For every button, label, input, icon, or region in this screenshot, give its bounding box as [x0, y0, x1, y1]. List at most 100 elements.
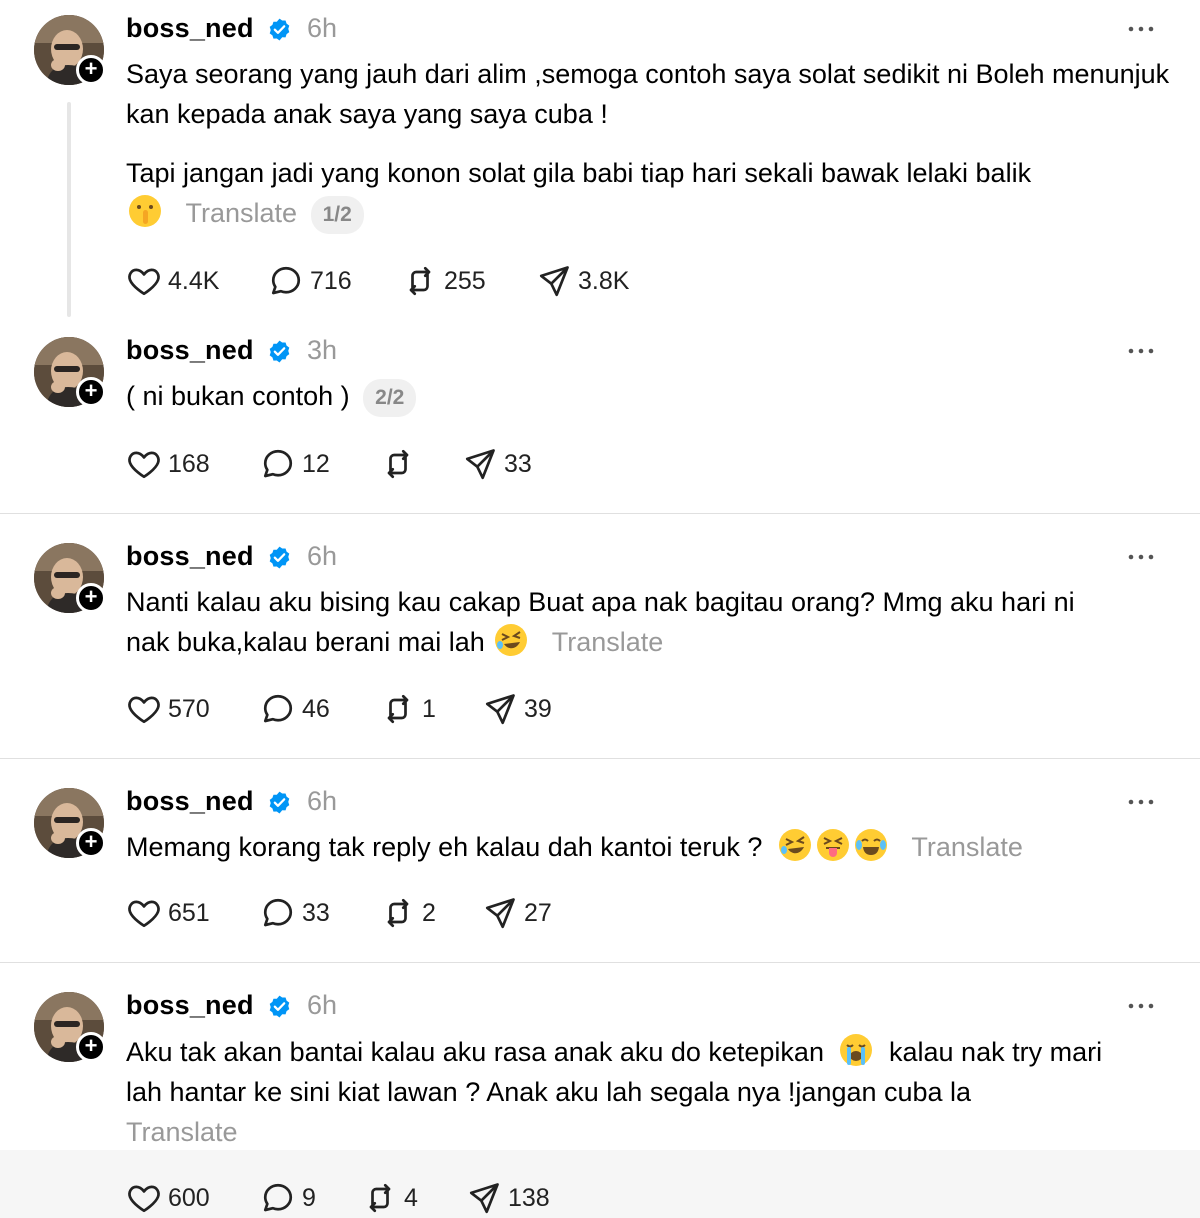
post-paragraph-1: Saya seorang yang jauh dari alim ,semoga…: [126, 59, 1170, 129]
like-count: 168: [168, 449, 210, 478]
more-options-icon[interactable]: [1127, 24, 1155, 34]
reply-bubble-icon: [260, 691, 296, 727]
more-options-icon[interactable]: [1127, 552, 1155, 562]
share-button[interactable]: 138: [466, 1180, 550, 1216]
more-options-icon[interactable]: [1127, 346, 1155, 356]
repost-button[interactable]: 4: [362, 1180, 418, 1216]
username[interactable]: boss_ned: [126, 335, 254, 366]
post-time[interactable]: 6h: [307, 786, 337, 817]
post-text: Saya seorang yang jauh dari alim ,semoga…: [126, 54, 1176, 234]
like-count: 4.4K: [168, 266, 220, 295]
share-button[interactable]: 39: [482, 691, 552, 727]
thread-post-2: + boss_ned 3h ( ni bukan contoh ) 2/2 16…: [0, 330, 1200, 513]
post-time[interactable]: 6h: [307, 13, 337, 44]
post-text: Nanti kalau aku bising kau cakap Buat ap…: [126, 582, 1176, 662]
like-count: 570: [168, 694, 210, 723]
post-text: Aku tak akan bantai kalau aku rasa anak …: [126, 1032, 1176, 1152]
repost-button[interactable]: [380, 446, 422, 482]
repost-button[interactable]: 2: [380, 895, 436, 931]
post-text: Memang korang tak reply eh kalau dah kan…: [126, 827, 1176, 867]
post-paragraph-2: Tapi jangan jadi yang konon solat gila b…: [126, 158, 1032, 188]
repost-icon: [402, 263, 438, 299]
translate-link[interactable]: Translate: [186, 198, 298, 228]
follow-plus-icon[interactable]: +: [76, 377, 106, 407]
reply-count: 12: [302, 449, 330, 478]
thread-counter-badge: 2/2: [363, 378, 417, 417]
share-count: 33: [504, 449, 532, 478]
squinting-tongue-emoji-icon: [816, 828, 850, 862]
share-button[interactable]: 3.8K: [536, 263, 629, 299]
reply-button[interactable]: 46: [260, 691, 330, 727]
verified-badge-icon: [267, 545, 292, 570]
repost-icon: [380, 691, 416, 727]
rolling-laughing-emoji-icon: [778, 828, 812, 862]
verified-badge-icon: [267, 17, 292, 42]
follow-plus-icon[interactable]: +: [76, 1032, 106, 1062]
share-button[interactable]: 33: [462, 446, 532, 482]
repost-button[interactable]: 255: [402, 263, 486, 299]
username[interactable]: boss_ned: [126, 541, 254, 572]
repost-count: 2: [422, 898, 436, 927]
reply-bubble-icon: [260, 895, 296, 931]
like-button[interactable]: 570: [126, 691, 210, 727]
share-send-icon: [482, 691, 518, 727]
rolling-laughing-emoji-icon: [494, 623, 528, 657]
follow-plus-icon[interactable]: +: [76, 828, 106, 858]
thread-post-4: + boss_ned 6h Memang korang tak reply eh…: [0, 759, 1200, 962]
translate-link[interactable]: Translate: [126, 1112, 1176, 1152]
repost-icon: [362, 1180, 398, 1216]
like-button[interactable]: 4.4K: [126, 263, 219, 299]
post-paragraph-1: ( ni bukan contoh ): [126, 381, 350, 411]
post-line-1: Nanti kalau aku bising kau cakap Buat ap…: [126, 587, 1075, 617]
like-button[interactable]: 168: [126, 446, 210, 482]
share-button[interactable]: 27: [482, 895, 552, 931]
post-line-1b: kalau nak try mari: [889, 1037, 1103, 1067]
loudly-crying-emoji-icon: [839, 1033, 873, 1067]
reply-count: 46: [302, 694, 330, 723]
heart-icon: [126, 446, 162, 482]
follow-plus-icon[interactable]: +: [76, 583, 106, 613]
reply-button[interactable]: 9: [260, 1180, 316, 1216]
translate-link[interactable]: Translate: [552, 627, 664, 657]
share-count: 39: [524, 694, 552, 723]
post-line-2: lah hantar ke sini kiat lawan ? Anak aku…: [126, 1077, 972, 1107]
thread-post-5: + boss_ned 6h Aku tak akan bantai kalau …: [0, 963, 1200, 1218]
reply-button[interactable]: 33: [260, 895, 330, 931]
reply-count: 716: [310, 266, 352, 295]
repost-icon: [380, 895, 416, 931]
thread-connector-line: [67, 102, 71, 317]
thread-post-1: + boss_ned 6h Saya seorang yang jauh dar…: [0, 0, 1200, 330]
reply-bubble-icon: [260, 1180, 296, 1216]
post-line-2: nak buka,kalau berani mai lah: [126, 627, 485, 657]
username[interactable]: boss_ned: [126, 786, 254, 817]
translate-link[interactable]: Translate: [911, 832, 1023, 862]
reply-count: 33: [302, 898, 330, 927]
like-count: 600: [168, 1183, 210, 1212]
thread-post-3: + boss_ned 6h Nanti kalau aku bising kau…: [0, 514, 1200, 758]
heart-icon: [126, 263, 162, 299]
username[interactable]: boss_ned: [126, 990, 254, 1021]
reply-bubble-icon: [260, 446, 296, 482]
post-time[interactable]: 6h: [307, 541, 337, 572]
like-count: 651: [168, 898, 210, 927]
repost-button[interactable]: 1: [380, 691, 436, 727]
like-button[interactable]: 600: [126, 1180, 210, 1216]
heart-icon: [126, 895, 162, 931]
username[interactable]: boss_ned: [126, 13, 254, 44]
follow-plus-icon[interactable]: +: [76, 55, 106, 85]
post-line-1a: Aku tak akan bantai kalau aku rasa anak …: [126, 1037, 824, 1067]
share-send-icon: [482, 895, 518, 931]
more-options-icon[interactable]: [1127, 1001, 1155, 1011]
reply-button[interactable]: 716: [268, 263, 352, 299]
post-time[interactable]: 6h: [307, 990, 337, 1021]
post-time[interactable]: 3h: [307, 335, 337, 366]
repost-count: 4: [404, 1183, 418, 1212]
reply-count: 9: [302, 1183, 316, 1212]
post-text: ( ni bukan contoh ) 2/2: [126, 376, 1176, 417]
repost-icon: [380, 446, 416, 482]
more-options-icon[interactable]: [1127, 797, 1155, 807]
reply-button[interactable]: 12: [260, 446, 330, 482]
verified-badge-icon: [267, 339, 292, 364]
heart-icon: [126, 691, 162, 727]
like-button[interactable]: 651: [126, 895, 210, 931]
